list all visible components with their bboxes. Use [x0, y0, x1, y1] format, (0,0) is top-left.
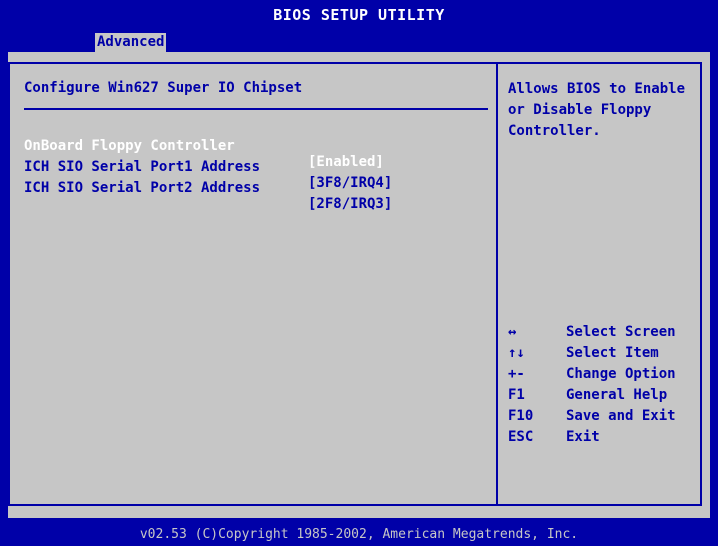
help-panel: Allows BIOS to Enable or Disable Floppy …: [496, 62, 702, 506]
help-text: Allows BIOS to Enable or Disable Floppy …: [508, 81, 686, 139]
setting-value[interactable]: [2F8/IRQ3]: [308, 196, 392, 212]
key-f1: F1: [508, 387, 525, 403]
key-desc: Change Option: [566, 366, 676, 382]
setting-value[interactable]: [3F8/IRQ4]: [308, 175, 392, 191]
setting-serial-port2[interactable]: ICH SIO Serial Port2 Address [2F8/IRQ3]: [24, 164, 392, 228]
section-title: Configure Win627 Super IO Chipset: [24, 80, 303, 96]
copyright-footer: v02.53 (C)Copyright 1985-2002, American …: [139, 527, 579, 542]
key-desc: Save and Exit: [566, 408, 676, 424]
key-desc: Select Item: [566, 345, 659, 361]
divider: [24, 108, 488, 110]
key-desc: Select Screen: [566, 324, 676, 340]
setting-label: ICH SIO Serial Port2 Address: [24, 180, 261, 196]
tab-advanced[interactable]: Advanced: [95, 33, 167, 52]
key-f10: F10: [508, 408, 534, 424]
arrow-up-down-icon: ↑↓: [508, 345, 525, 361]
key-desc: Exit: [566, 429, 600, 445]
setting-value[interactable]: [Enabled]: [308, 154, 384, 170]
key-esc: ESC: [508, 429, 534, 445]
plus-minus-icon: +-: [508, 366, 525, 382]
title-bar: BIOS SETUP UTILITY: [0, 0, 718, 32]
settings-panel: Configure Win627 Super IO Chipset OnBoar…: [8, 62, 496, 506]
key-desc: General Help: [566, 387, 668, 403]
arrow-left-right-icon: ↔: [508, 324, 517, 340]
app-title: BIOS SETUP UTILITY: [273, 6, 445, 24]
main-frame: Configure Win627 Super IO Chipset OnBoar…: [8, 52, 710, 518]
